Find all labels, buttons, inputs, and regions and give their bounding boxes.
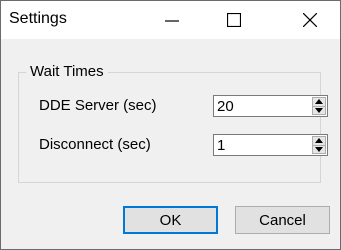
wait-times-groupbox <box>18 72 321 183</box>
spin-up-icon <box>315 99 323 105</box>
spin-down-icon <box>315 146 323 152</box>
dde-server-label: DDE Server (sec) <box>39 97 157 114</box>
spin-up-icon <box>315 138 323 144</box>
settings-dialog: Settings Wait Times DDE Server (sec) 20 <box>0 0 341 250</box>
window-title: Settings <box>9 10 67 27</box>
disconnect-spin-up[interactable] <box>312 136 326 145</box>
maximize-button[interactable] <box>211 1 257 39</box>
close-button[interactable] <box>287 1 333 39</box>
cancel-button[interactable]: Cancel <box>235 206 330 234</box>
group-label: Wait Times <box>26 63 108 80</box>
spin-down-icon <box>315 107 323 113</box>
disconnect-spin-down[interactable] <box>312 144 326 154</box>
title-bar[interactable]: Settings <box>1 1 340 39</box>
dde-server-spinbox[interactable]: 20 <box>213 95 328 117</box>
maximize-icon <box>227 13 241 27</box>
minimize-icon <box>165 20 179 22</box>
close-icon <box>303 13 317 27</box>
disconnect-label: Disconnect (sec) <box>39 136 151 153</box>
disconnect-spinbox[interactable]: 1 <box>213 134 328 156</box>
dde-server-value[interactable]: 20 <box>217 98 234 115</box>
ok-button[interactable]: OK <box>123 206 218 234</box>
disconnect-value[interactable]: 1 <box>217 137 225 154</box>
dde-server-spin-up[interactable] <box>312 97 326 106</box>
dde-server-spin-down[interactable] <box>312 105 326 115</box>
minimize-button[interactable] <box>149 1 195 39</box>
